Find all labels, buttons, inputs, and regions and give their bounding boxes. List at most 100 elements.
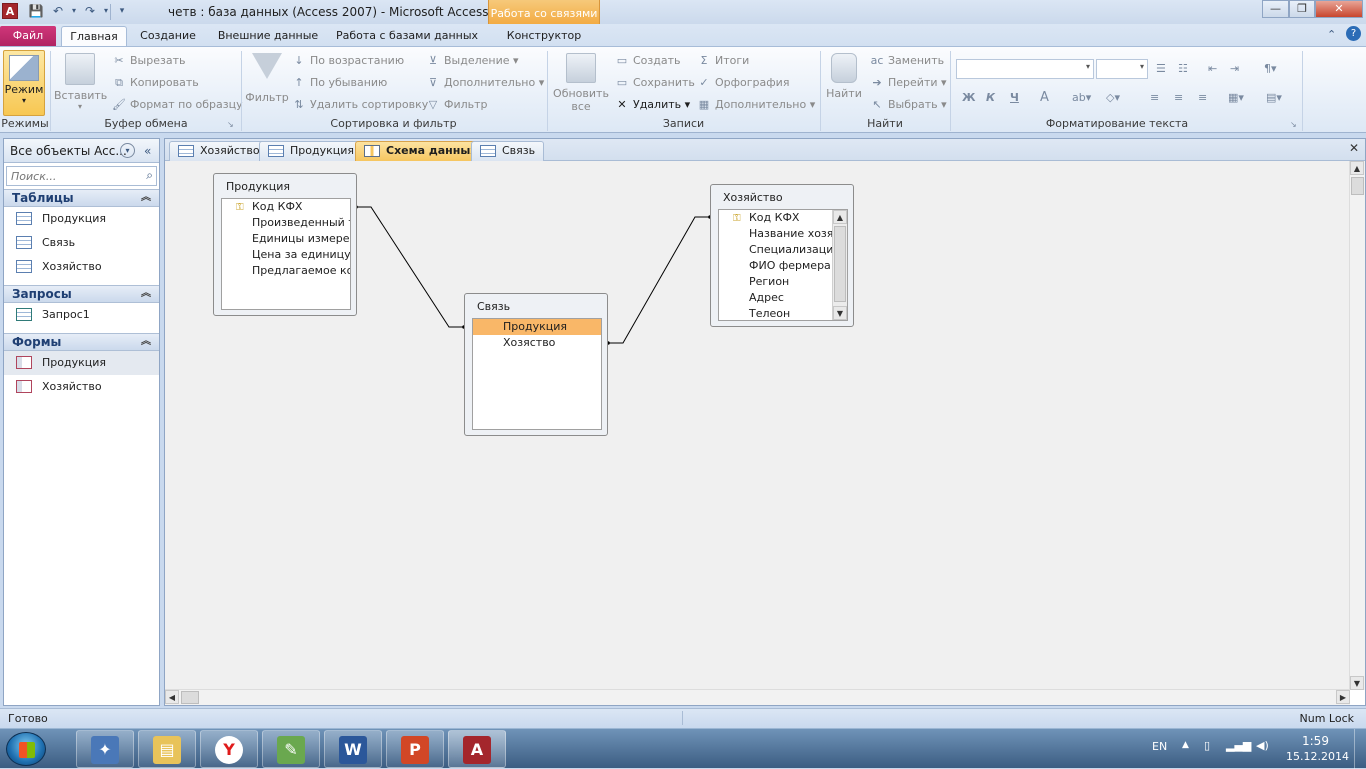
clock-date[interactable]: 15.12.2014 bbox=[1286, 750, 1349, 763]
format-painter-button[interactable]: 🖌 Формат по образцу bbox=[112, 96, 243, 114]
clock-time[interactable]: 1:59 bbox=[1302, 734, 1329, 748]
scroll-left-icon[interactable]: ◀ bbox=[165, 690, 179, 704]
cut-button[interactable]: ✂ Вырезать bbox=[112, 52, 185, 70]
canvas-horizontal-scrollbar[interactable]: ◀ ▶ bbox=[165, 689, 1350, 705]
field-list-title[interactable]: Хозяйство bbox=[711, 185, 853, 207]
field-item[interactable]: Телеон bbox=[719, 306, 847, 320]
nav-item-form-khozyaystvo[interactable]: Хозяйство bbox=[4, 375, 159, 399]
advanced-filter-button[interactable]: ⊽ Дополнительно ▾ bbox=[426, 74, 544, 92]
row-color-icon[interactable]: ▤▾ bbox=[1266, 89, 1282, 107]
field-item[interactable]: Специализаци bbox=[719, 242, 847, 258]
filter-big-button[interactable]: Фильтр bbox=[245, 53, 289, 104]
tab-design[interactable]: Конструктор bbox=[496, 26, 592, 46]
minimize-ribbon-icon[interactable]: ⌃ bbox=[1327, 28, 1336, 41]
taskbar-app-word[interactable]: W bbox=[324, 730, 382, 768]
field-item[interactable]: Название хозяй bbox=[719, 226, 847, 242]
italic-button[interactable]: К bbox=[986, 89, 995, 107]
tab-external-data[interactable]: Внешние данные bbox=[212, 26, 324, 46]
taskbar-app-desktop-tools[interactable]: ✦ bbox=[76, 730, 134, 768]
language-indicator[interactable]: EN bbox=[1152, 740, 1167, 753]
view-mode-button[interactable]: Режим ▾ bbox=[3, 50, 45, 116]
fill-color-icon[interactable]: ◇▾ bbox=[1106, 89, 1120, 107]
nav-menu-dropdown-icon[interactable]: ▾ bbox=[120, 143, 135, 158]
bold-button[interactable]: Ж bbox=[962, 89, 975, 107]
nav-item-table-khozyaystvo[interactable]: Хозяйство bbox=[4, 255, 159, 279]
underline-button[interactable]: Ч bbox=[1010, 89, 1019, 107]
network-signal-icon[interactable]: ▂▄▆ bbox=[1226, 739, 1251, 752]
start-button[interactable] bbox=[6, 732, 46, 766]
new-record-button[interactable]: ▭ Создать bbox=[615, 52, 681, 70]
taskbar-app-explorer[interactable]: ▤ bbox=[138, 730, 196, 768]
tab-home[interactable]: Главная bbox=[61, 26, 127, 46]
show-hidden-icons-icon[interactable]: ▲ bbox=[1182, 740, 1189, 750]
align-left-icon[interactable]: ≡ bbox=[1150, 89, 1159, 107]
nav-search-input[interactable] bbox=[7, 167, 137, 185]
highlight-icon[interactable]: ab▾ bbox=[1072, 89, 1091, 107]
scroll-down-icon[interactable]: ▼ bbox=[833, 306, 847, 320]
tab-database-tools[interactable]: Работа с базами данных bbox=[334, 26, 480, 46]
delete-record-button[interactable]: ✕ Удалить ▾ bbox=[615, 96, 690, 114]
font-name-combo[interactable]: ▾ bbox=[956, 59, 1094, 79]
field-item[interactable]: Регион bbox=[719, 274, 847, 290]
taskbar-app-powerpoint[interactable]: P bbox=[386, 730, 444, 768]
scroll-thumb[interactable] bbox=[834, 226, 846, 302]
find-button[interactable]: Найти bbox=[824, 53, 864, 100]
scroll-thumb[interactable] bbox=[181, 691, 199, 704]
scroll-right-icon[interactable]: ▶ bbox=[1336, 690, 1350, 704]
minimize-button[interactable]: — bbox=[1262, 0, 1289, 18]
indent-decrease-icon[interactable]: ⇤ bbox=[1208, 60, 1217, 78]
device-icon[interactable]: ▯ bbox=[1204, 739, 1210, 752]
taskbar-app-paint[interactable]: ✎ bbox=[262, 730, 320, 768]
field-list-title[interactable]: Связь bbox=[465, 294, 607, 316]
nav-group-forms[interactable]: Формы ︽ bbox=[4, 333, 159, 351]
save-icon[interactable]: 💾 bbox=[28, 3, 44, 19]
relationship-line-produktsiya[interactable] bbox=[355, 206, 465, 328]
select-button[interactable]: ↖ Выбрать ▾ bbox=[870, 96, 946, 114]
close-button[interactable]: ✕ bbox=[1315, 0, 1363, 18]
redo-dropdown-icon[interactable]: ▾ bbox=[98, 3, 114, 19]
relationship-line-khozyaystvo[interactable] bbox=[607, 216, 711, 344]
doc-tab-produktsiya[interactable]: Продукция bbox=[259, 141, 363, 161]
access-app-icon[interactable]: A bbox=[2, 3, 18, 19]
nav-group-tables[interactable]: Таблицы ︽ bbox=[4, 189, 159, 207]
taskbar-app-yandex[interactable]: Y bbox=[200, 730, 258, 768]
redo-icon[interactable]: ↷ bbox=[82, 3, 98, 19]
nav-pane-header[interactable]: Все объекты Acc... ▾ « bbox=[4, 139, 159, 163]
nav-item-query-1[interactable]: Запрос1 bbox=[4, 303, 159, 327]
relationships-canvas[interactable]: Продукция ⚿ Код КФХ Произведенный т Едини… bbox=[165, 161, 1350, 690]
field-list-title[interactable]: Продукция bbox=[214, 174, 356, 196]
close-document-icon[interactable]: ✕ bbox=[1349, 141, 1359, 155]
field-list-produktsiya[interactable]: Продукция ⚿ Код КФХ Произведенный т Едини… bbox=[213, 173, 357, 316]
scroll-down-icon[interactable]: ▼ bbox=[1350, 676, 1364, 690]
field-item[interactable]: ФИО фермера bbox=[719, 258, 847, 274]
field-list-khozyaystvo[interactable]: Хозяйство ⚿ Код КФХ Название хозяй Специа… bbox=[710, 184, 854, 327]
volume-icon[interactable]: ◀) bbox=[1256, 739, 1269, 752]
spelling-button[interactable]: ✓ Орфография bbox=[697, 74, 789, 92]
selection-button[interactable]: ⊻ Выделение ▾ bbox=[426, 52, 519, 70]
numbering-icon[interactable]: ☷ bbox=[1178, 60, 1188, 78]
maximize-button[interactable]: ❐ bbox=[1289, 0, 1315, 18]
customize-qat-icon[interactable]: ▾ bbox=[114, 3, 130, 19]
remove-sort-button[interactable]: ⇅ Удалить сортировку bbox=[292, 96, 428, 114]
scroll-up-icon[interactable]: ▲ bbox=[1350, 161, 1364, 175]
gridlines-icon[interactable]: ▦▾ bbox=[1228, 89, 1244, 107]
undo-dropdown-icon[interactable]: ▾ bbox=[66, 3, 82, 19]
align-right-icon[interactable]: ≡ bbox=[1198, 89, 1207, 107]
font-size-combo[interactable]: ▾ bbox=[1096, 59, 1148, 79]
search-icon[interactable]: ⌕ bbox=[146, 168, 153, 183]
field-item[interactable]: Продукция bbox=[473, 319, 601, 335]
save-record-button[interactable]: ▭ Сохранить bbox=[615, 74, 695, 92]
field-item[interactable]: ⚿ Код КФХ bbox=[719, 210, 847, 226]
align-center-icon[interactable]: ≡ bbox=[1174, 89, 1183, 107]
dialog-launcher-icon[interactable]: ↘ bbox=[227, 120, 234, 129]
doc-tab-schema[interactable]: Схема данных bbox=[355, 141, 487, 161]
nav-group-queries[interactable]: Запросы ︽ bbox=[4, 285, 159, 303]
dialog-launcher-icon[interactable]: ↘ bbox=[1290, 120, 1297, 129]
canvas-vertical-scrollbar[interactable]: ▲ ▼ bbox=[1349, 161, 1365, 690]
copy-button[interactable]: ⧉ Копировать bbox=[112, 74, 199, 92]
nav-item-table-produktsiya[interactable]: Продукция bbox=[4, 207, 159, 231]
toggle-filter-button[interactable]: ▽ Фильтр bbox=[426, 96, 488, 114]
scroll-up-icon[interactable]: ▲ bbox=[833, 210, 847, 224]
more-records-button[interactable]: ▦ Дополнительно ▾ bbox=[697, 96, 815, 114]
taskbar-app-access[interactable]: A bbox=[448, 730, 506, 768]
